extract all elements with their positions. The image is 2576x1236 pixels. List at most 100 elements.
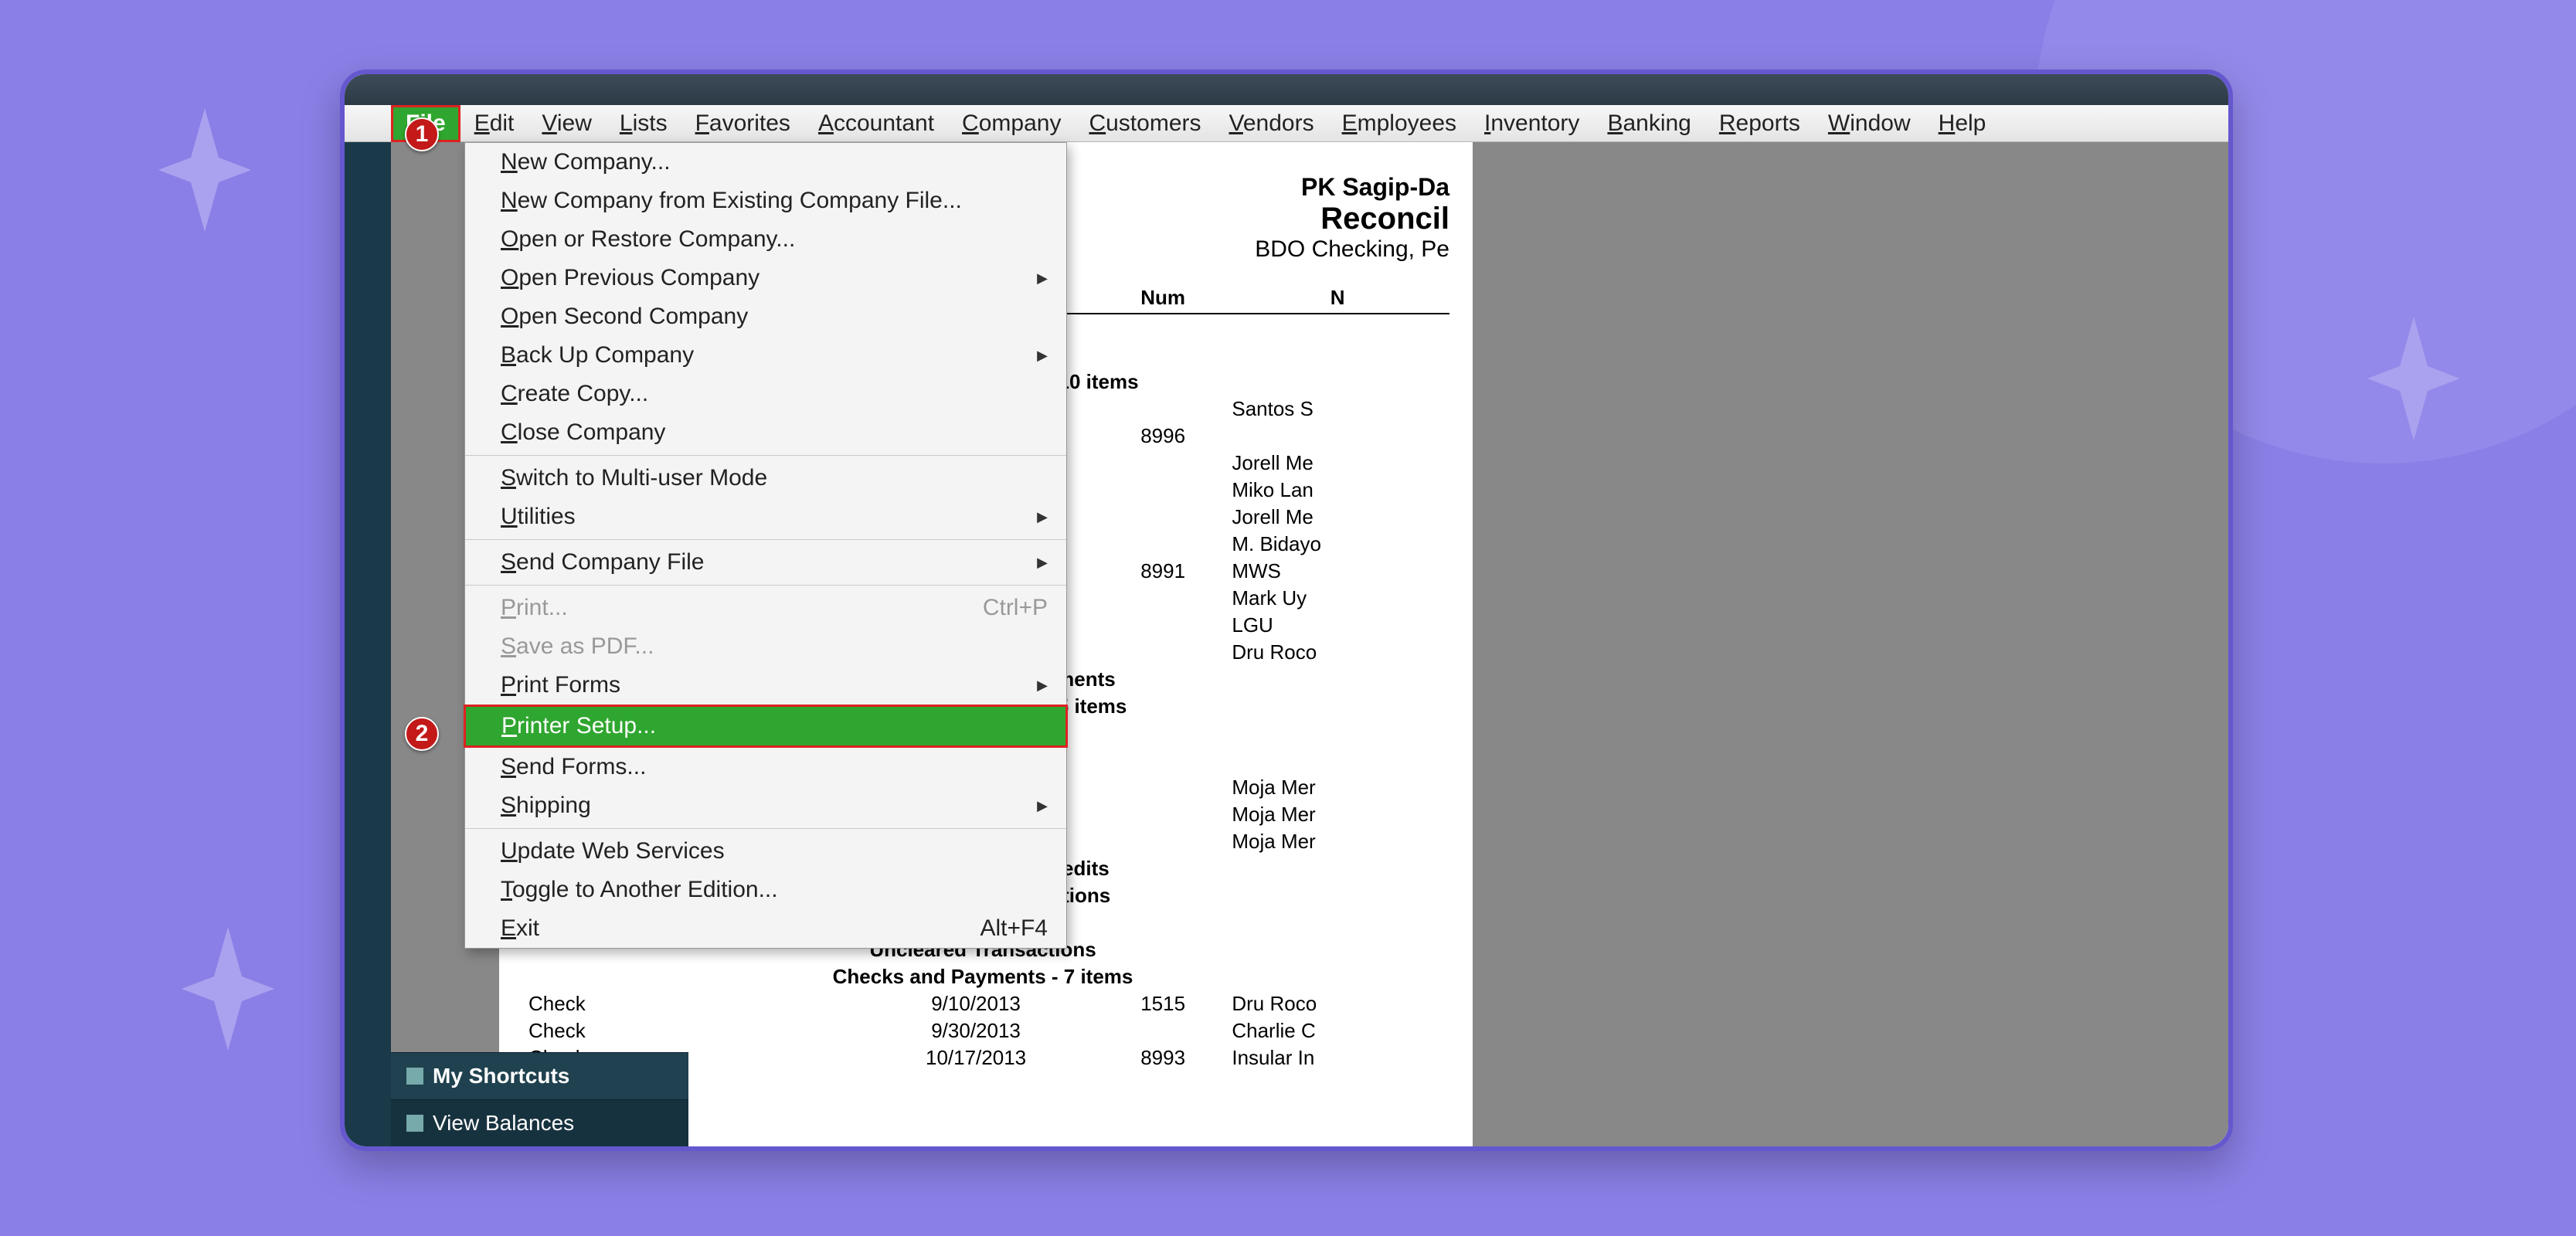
file-menu-print-forms[interactable]: Print Forms	[465, 666, 1066, 705]
file-menu-back-up-company[interactable]: Back Up Company	[465, 336, 1066, 375]
menu-separator	[465, 455, 1066, 456]
menu-item-label: Switch to Multi-user Mode	[501, 465, 767, 491]
menu-item-label: Send Forms...	[501, 754, 646, 780]
menu-help[interactable]: Help	[1925, 106, 2000, 141]
cell-num	[1100, 801, 1226, 828]
menu-customers[interactable]: Customers	[1075, 106, 1215, 141]
menu-item-label: Close Company	[501, 419, 665, 446]
menu-item-label: Send Company File	[501, 549, 704, 576]
menu-item-label: Update Web Services	[501, 838, 725, 864]
cell-name: Jorell Me	[1225, 450, 1449, 477]
menu-banking[interactable]: Banking	[1593, 106, 1704, 141]
menu-item-label: New Company from Existing Company File..…	[501, 188, 962, 214]
cell-name: Moja Mer	[1225, 828, 1449, 855]
cell-name: Charlie C	[1225, 1017, 1449, 1044]
file-menu-shipping[interactable]: Shipping	[465, 786, 1066, 825]
menu-item-label: Open or Restore Company...	[501, 226, 795, 253]
report-company: PK Sagip-Da	[1255, 173, 1449, 202]
cell-num	[1100, 396, 1226, 423]
report-row: Check9/30/2013Charlie C	[522, 1017, 1449, 1044]
menu-separator	[465, 828, 1066, 829]
file-menu-send-forms[interactable]: Send Forms...	[465, 748, 1066, 786]
menu-bar: FileEditViewListsFavoritesAccountantComp…	[345, 105, 2228, 142]
cell-name: M. Bidayo	[1225, 531, 1449, 558]
file-menu-dropdown: New Company... New Company from Existing …	[464, 142, 1067, 949]
report-section: Checks and Payments - 7 items	[522, 963, 1449, 990]
cell-num	[1100, 828, 1226, 855]
cell-name: Dru Roco	[1225, 639, 1449, 666]
col-num: Num	[1100, 283, 1226, 314]
menu-lists[interactable]: Lists	[606, 106, 681, 141]
cell-name: Moja Mer	[1225, 801, 1449, 828]
report-account: BDO Checking, Pe	[1255, 236, 1449, 263]
report-title: Reconcil	[1255, 202, 1449, 236]
cell-num	[1100, 774, 1226, 801]
menu-item-label: Print Forms	[501, 672, 620, 698]
menu-accountant[interactable]: Accountant	[804, 106, 948, 141]
cell-name: Dru Roco	[1225, 990, 1449, 1017]
menu-item-label: Shipping	[501, 793, 591, 819]
file-menu-open-or-restore-company[interactable]: Open or Restore Company...	[465, 220, 1066, 259]
file-menu-open-previous-company[interactable]: Open Previous Company	[465, 259, 1066, 297]
menu-item-label: Toggle to Another Edition...	[501, 877, 778, 903]
title-bar	[345, 74, 2228, 105]
view-balances-tab[interactable]: View Balances	[391, 1099, 688, 1146]
my-shortcuts-label: My Shortcuts	[433, 1064, 569, 1088]
cell-num: 8993	[1100, 1044, 1226, 1071]
cell-num	[1100, 747, 1226, 774]
cell-name	[1225, 747, 1449, 774]
cell-num: 1515	[1100, 990, 1226, 1017]
menu-shortcut: Ctrl+P	[983, 595, 1048, 621]
cell-num	[1100, 612, 1226, 639]
file-menu-send-company-file[interactable]: Send Company File	[465, 543, 1066, 582]
decorative-sparkle	[182, 927, 274, 1051]
col-n: N	[1225, 283, 1449, 314]
menu-vendors[interactable]: Vendors	[1215, 106, 1328, 141]
file-menu-printer-setup[interactable]: Printer Setup...	[464, 705, 1068, 748]
report-row: Check9/10/20131515Dru Roco	[522, 990, 1449, 1017]
file-menu-utilities[interactable]: Utilities	[465, 497, 1066, 536]
file-menu-print: Print... Ctrl+P	[465, 589, 1066, 627]
file-menu-new-company[interactable]: New Company...	[465, 143, 1066, 182]
menu-separator	[465, 539, 1066, 540]
menu-employees[interactable]: Employees	[1328, 106, 1470, 141]
cell-type: Check	[522, 1017, 851, 1044]
cell-name: Santos S	[1225, 396, 1449, 423]
menu-item-label: Open Previous Company	[501, 265, 760, 291]
file-menu-toggle-to-another-edition[interactable]: Toggle to Another Edition...	[465, 871, 1066, 909]
cell-num	[1100, 720, 1226, 747]
cell-date: 10/17/2013	[851, 1044, 1100, 1071]
file-menu-close-company[interactable]: Close Company	[465, 413, 1066, 452]
file-menu-switch-to-multi-user-mode[interactable]: Switch to Multi-user Mode	[465, 459, 1066, 497]
cell-name: LGU	[1225, 612, 1449, 639]
menu-company[interactable]: Company	[948, 106, 1075, 141]
menu-item-label: New Company...	[501, 149, 671, 175]
file-menu-exit[interactable]: ExitAlt+F4	[465, 909, 1066, 948]
cell-name: MWS	[1225, 558, 1449, 585]
menu-separator	[465, 585, 1066, 586]
menu-view[interactable]: View	[528, 106, 605, 141]
menu-inventory[interactable]: Inventory	[1470, 106, 1593, 141]
callout-2: 2	[405, 717, 439, 751]
callout-1: 1	[405, 117, 439, 151]
cell-num	[1100, 477, 1226, 504]
cell-name: Mark Uy	[1225, 585, 1449, 612]
menu-favorites[interactable]: Favorites	[681, 106, 804, 141]
cell-num: 8996	[1100, 423, 1226, 450]
menu-shortcut: Alt+F4	[980, 915, 1048, 942]
app-window: 1 2 FileEditViewListsFavoritesAccountant…	[340, 70, 2233, 1151]
menu-item-label: Print...	[501, 595, 568, 621]
menu-item-label: Save as PDF...	[501, 633, 654, 660]
menu-edit[interactable]: Edit	[460, 106, 528, 141]
file-menu-update-web-services[interactable]: Update Web Services	[465, 832, 1066, 871]
file-menu-new-company-from-existing-company-file[interactable]: New Company from Existing Company File..…	[465, 182, 1066, 220]
file-menu-open-second-company[interactable]: Open Second Company	[465, 297, 1066, 336]
cell-type: Check	[522, 990, 851, 1017]
menu-window[interactable]: Window	[1814, 106, 1925, 141]
my-shortcuts-tab[interactable]: My Shortcuts	[391, 1052, 688, 1099]
menu-item-label: Back Up Company	[501, 342, 694, 368]
menu-reports[interactable]: Reports	[1705, 106, 1814, 141]
file-menu-create-copy[interactable]: Create Copy...	[465, 375, 1066, 413]
cell-name: Insular In	[1225, 1044, 1449, 1071]
menu-item-label: Open Second Company	[501, 304, 748, 330]
